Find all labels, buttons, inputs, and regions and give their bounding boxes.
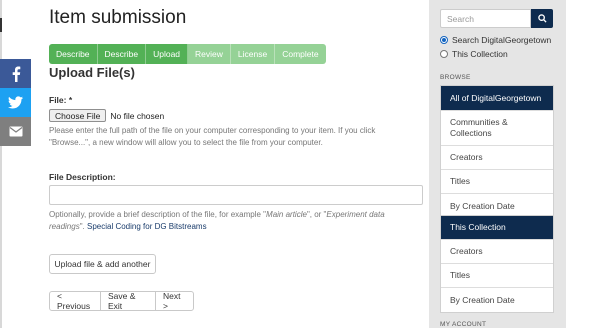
file-help-line2: "Browse...", a new window will allow you…: [49, 138, 323, 147]
desc-help-em2: Experiment data: [326, 210, 385, 219]
email-share-button[interactable]: [0, 117, 31, 146]
desc-help-c: ".: [79, 222, 87, 231]
file-help-line1: Please enter the full path of the file o…: [49, 126, 376, 135]
save-exit-button[interactable]: Save & Exit: [100, 291, 156, 311]
facebook-share-button[interactable]: [0, 59, 31, 88]
search-button[interactable]: [531, 9, 553, 28]
nav-collection-titles[interactable]: Titles: [441, 264, 553, 288]
twitter-share-button[interactable]: [0, 88, 31, 117]
description-label: File Description:: [49, 172, 116, 182]
global-browse-nav: All of DigitalGeorgetown Communities & C…: [440, 85, 554, 219]
sidebar: Search Search DigitalGeorgetown This Col…: [429, 0, 566, 328]
description-input[interactable]: [49, 185, 423, 205]
nav-communities-line2: Collections: [450, 128, 492, 138]
nav-collection-by-creation-date[interactable]: By Creation Date: [441, 288, 553, 312]
search-input[interactable]: Search: [440, 9, 531, 28]
scope-option-collection-label: This Collection: [452, 49, 508, 59]
previous-button[interactable]: < Previous: [49, 291, 101, 311]
nav-communities-line1: Communities &: [450, 117, 508, 127]
step-license: License: [230, 44, 276, 64]
file-status: No file chosen: [110, 110, 165, 121]
radio-unselected-icon[interactable]: [440, 50, 448, 58]
step-review: Review: [188, 44, 231, 64]
nav-titles[interactable]: Titles: [441, 170, 553, 194]
nav-communities-collections[interactable]: Communities & Collections: [441, 111, 553, 146]
desc-help-a: Optionally, provide a brief description …: [49, 210, 267, 219]
description-help-text: Optionally, provide a brief description …: [49, 209, 424, 233]
submission-progress: Describe Describe Upload Review License …: [49, 44, 326, 64]
twitter-icon: [8, 96, 23, 109]
collection-browse-nav: This Collection Creators Titles By Creat…: [440, 215, 554, 313]
browse-heading: BROWSE: [440, 74, 471, 81]
section-title: Upload File(s): [49, 65, 135, 80]
email-icon: [9, 126, 22, 137]
page-title: Item submission: [49, 7, 187, 28]
facebook-icon: [12, 66, 20, 82]
next-button[interactable]: Next >: [155, 291, 194, 311]
step-complete: Complete: [275, 44, 326, 64]
nav-this-collection[interactable]: This Collection: [441, 216, 553, 240]
edge-notch: [0, 18, 2, 32]
scope-option-all-label: Search DigitalGeorgetown: [452, 35, 552, 45]
file-label: File: *: [49, 95, 73, 105]
search-icon: [537, 14, 547, 23]
desc-help-em3: readings: [49, 222, 80, 231]
social-share-bar: [0, 59, 31, 146]
desc-help-em1: Main article: [266, 210, 307, 219]
special-coding-link[interactable]: Special Coding for DG Bitstreams: [87, 222, 207, 231]
choose-file-button[interactable]: Choose File: [49, 109, 107, 122]
upload-add-another-button[interactable]: Upload file & add another: [49, 254, 156, 274]
step-upload[interactable]: Upload: [146, 44, 189, 64]
step-describe-1[interactable]: Describe: [49, 44, 98, 64]
file-chooser: Choose File No file chosen: [49, 109, 164, 122]
radio-selected-icon[interactable]: [440, 36, 448, 44]
my-account-heading: MY ACCOUNT: [440, 321, 487, 328]
nav-collection-creators[interactable]: Creators: [441, 240, 553, 264]
desc-help-b: ", or ": [306, 210, 327, 219]
scope-option-all[interactable]: Search DigitalGeorgetown: [440, 35, 551, 45]
page-margin: [566, 0, 600, 328]
nav-all-digitalgeorgetown[interactable]: All of DigitalGeorgetown: [441, 86, 553, 111]
scope-option-collection[interactable]: This Collection: [440, 49, 508, 59]
nav-creators[interactable]: Creators: [441, 146, 553, 170]
wizard-nav-buttons: < Previous Save & Exit Next >: [49, 291, 194, 311]
file-help-text: Please enter the full path of the file o…: [49, 125, 424, 149]
window-edge: [0, 0, 2, 328]
step-describe-2[interactable]: Describe: [97, 44, 147, 64]
